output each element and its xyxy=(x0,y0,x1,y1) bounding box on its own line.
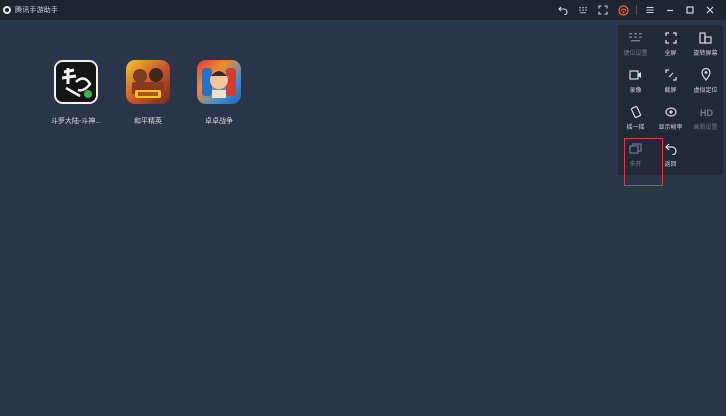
app-heping[interactable]: 和平精英 xyxy=(116,60,180,126)
close-icon[interactable] xyxy=(700,0,720,20)
title-controls xyxy=(553,0,720,20)
window-title: 腾讯手游助手 xyxy=(15,7,59,14)
keyboard-icon xyxy=(629,33,642,42)
tool-quality-settings[interactable]: HD 画质设置 xyxy=(688,99,723,134)
highlight-box xyxy=(624,138,663,186)
return-icon xyxy=(664,143,677,155)
tool-video-record[interactable]: 录像 xyxy=(618,62,653,97)
tool-label: 摇一摇 xyxy=(626,125,645,131)
back-icon[interactable] xyxy=(553,0,573,20)
title-bar: 腾讯手游助手 xyxy=(0,0,726,20)
app-name: 和平精英 xyxy=(134,118,162,125)
video-record-icon xyxy=(629,69,641,80)
tool-label: 画质设置 xyxy=(693,125,718,131)
app-zhuozhuo[interactable]: 卓卓战争 xyxy=(187,60,251,126)
fullscreen-icon[interactable] xyxy=(593,0,613,20)
shake-icon xyxy=(630,105,641,118)
tool-label: 录像 xyxy=(629,88,642,94)
tool-shake[interactable]: 摇一摇 xyxy=(618,99,653,134)
keyboard-icon[interactable] xyxy=(573,0,593,20)
fullscreen-icon xyxy=(664,31,677,44)
app-logo-icon xyxy=(3,6,11,14)
heping-app-icon[interactable] xyxy=(126,60,170,104)
tool-rotate-screen[interactable]: 旋转屏幕 xyxy=(688,25,723,60)
screenshot-icon xyxy=(664,68,677,81)
tool-label: 全屏 xyxy=(664,51,677,57)
fps-icon xyxy=(664,106,677,117)
menu-icon[interactable] xyxy=(640,0,660,20)
app-douluo[interactable]: 斗罗大陆-斗神... xyxy=(44,60,108,126)
app-name: 斗罗大陆-斗神... xyxy=(50,118,102,125)
tool-virtual-location[interactable]: 虚拟定位 xyxy=(688,62,723,97)
douluo-app-icon[interactable] xyxy=(54,60,98,104)
minimize-icon[interactable] xyxy=(660,0,680,20)
app-name: 卓卓战争 xyxy=(205,118,233,125)
tool-label: 旋转屏幕 xyxy=(693,51,718,57)
skin-icon[interactable] xyxy=(613,0,633,20)
svg-text:HD: HD xyxy=(700,108,713,117)
zhuozhuo-app-icon[interactable] xyxy=(197,60,241,104)
hd-icon: HD xyxy=(700,108,713,117)
tool-key-settings[interactable]: 键位设置 xyxy=(618,25,653,60)
maximize-icon[interactable] xyxy=(680,0,700,20)
tool-screenshot[interactable]: 截屏 xyxy=(653,62,688,97)
tool-label: 显示帧率 xyxy=(658,125,683,131)
separator xyxy=(636,5,637,15)
emulator-window: 腾讯手游助手 斗罗大陆-斗神... 和平精英 卓卓战争 键位设置 全屏 旋转屏幕… xyxy=(0,0,726,416)
rotate-screen-icon xyxy=(699,31,712,44)
tool-fullscreen[interactable]: 全屏 xyxy=(653,25,688,60)
tool-label: 键位设置 xyxy=(623,51,648,57)
tool-label: 虚拟定位 xyxy=(693,88,718,94)
location-icon xyxy=(700,68,711,81)
tool-show-fps[interactable]: 显示帧率 xyxy=(653,99,688,134)
tool-label: 截屏 xyxy=(664,88,677,94)
